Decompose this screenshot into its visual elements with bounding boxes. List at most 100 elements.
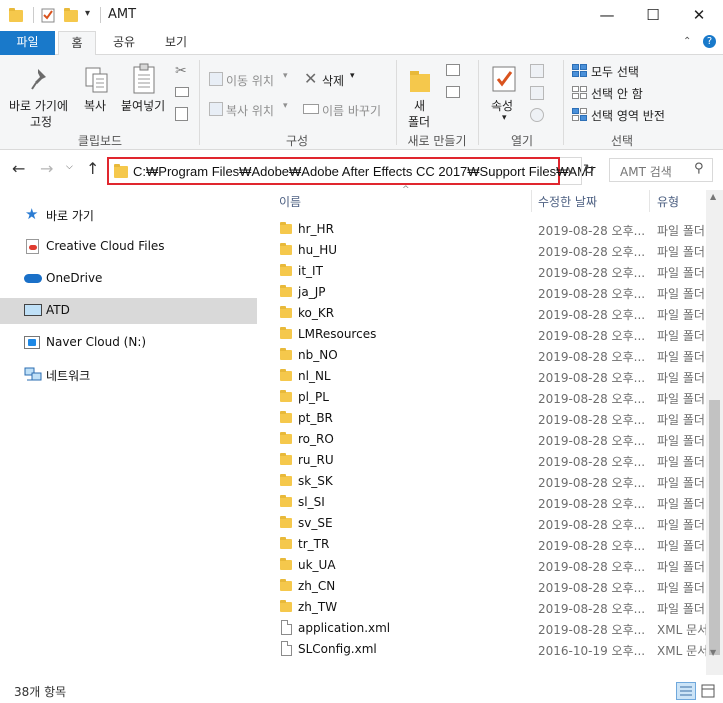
refresh-icon[interactable]: ↻ xyxy=(583,162,595,178)
easy-access-icon[interactable] xyxy=(446,86,460,98)
back-button[interactable]: ← xyxy=(12,159,25,178)
file-name: ja_JP xyxy=(298,285,326,299)
nav-item-network[interactable]: 네트워크 xyxy=(0,362,257,388)
move-to-button[interactable]: 이동 위치 xyxy=(226,72,274,89)
history-icon[interactable] xyxy=(530,108,544,122)
table-row[interactable]: ru_RU 2019-08-28 오후... 파일 폴더 xyxy=(257,450,706,471)
file-name: sv_SE xyxy=(298,516,333,530)
clipboard-group-label: 클립보드 xyxy=(77,134,123,148)
table-row[interactable]: nl_NL 2019-08-28 오후... 파일 폴더 xyxy=(257,366,706,387)
copy-button[interactable]: 복사 xyxy=(84,97,106,114)
nav-item-naver-cloud[interactable]: Naver Cloud (N:) xyxy=(0,330,257,356)
table-row[interactable]: nb_NO 2019-08-28 오후... 파일 폴더 xyxy=(257,345,706,366)
table-row[interactable]: pl_PL 2019-08-28 오후... 파일 폴더 xyxy=(257,387,706,408)
table-row[interactable]: zh_CN 2019-08-28 오후... 파일 폴더 xyxy=(257,576,706,597)
open-group-label: 열기 xyxy=(510,134,534,148)
xml-file-icon xyxy=(281,620,292,635)
address-dropdown-icon[interactable]: ∨ xyxy=(560,157,582,185)
new-folder-button[interactable]: 새 xyxy=(414,97,425,114)
minimize-button[interactable]: — xyxy=(584,0,630,31)
nav-item-creative-cloud[interactable]: Creative Cloud Files xyxy=(0,234,257,260)
details-view-icon[interactable] xyxy=(676,682,696,700)
invert-selection-button[interactable]: 선택 영역 반전 xyxy=(591,107,665,124)
file-name: uk_UA xyxy=(298,558,336,572)
customize-toolbar-icon[interactable]: ▾ xyxy=(85,8,90,19)
nav-item-onedrive[interactable]: OneDrive xyxy=(0,266,257,292)
select-all-button[interactable]: 모두 선택 xyxy=(591,63,639,80)
invert-selection-icon xyxy=(572,108,588,125)
properties-button[interactable]: 속성 xyxy=(491,97,513,114)
cut-icon[interactable]: ✂ xyxy=(175,63,187,79)
close-button[interactable]: ✕ xyxy=(676,0,722,31)
nav-item-atd[interactable]: ATD xyxy=(0,298,257,324)
paste-shortcut-icon[interactable] xyxy=(175,107,188,121)
copy-path-icon[interactable] xyxy=(175,87,189,97)
column-type[interactable]: 유형 xyxy=(657,193,679,210)
table-row[interactable]: sv_SE 2019-08-28 오후... 파일 폴더 xyxy=(257,513,706,534)
table-row[interactable]: LMResources 2019-08-28 오후... 파일 폴더 xyxy=(257,324,706,345)
file-type: 파일 폴더 xyxy=(657,581,705,595)
maximize-button[interactable]: ☐ xyxy=(630,0,676,31)
forward-button[interactable]: → xyxy=(40,159,53,178)
copy-to-button[interactable]: 복사 위치 xyxy=(226,102,274,119)
search-box[interactable]: AMT 검색 ⚲ xyxy=(609,158,713,182)
file-type: 파일 폴더 xyxy=(657,224,705,238)
table-row[interactable]: tr_TR 2019-08-28 오후... 파일 폴더 xyxy=(257,534,706,555)
properties-check-icon[interactable] xyxy=(41,8,55,23)
large-icons-view-icon[interactable] xyxy=(700,683,716,699)
delete-button[interactable]: 삭제 xyxy=(322,72,344,89)
table-row[interactable]: sl_SI 2019-08-28 오후... 파일 폴더 xyxy=(257,492,706,513)
column-date[interactable]: 수정한 날짜 xyxy=(538,193,597,210)
up-button[interactable]: ↑ xyxy=(86,159,99,178)
pin-to-quick-access-button[interactable]: 바로 가기에 xyxy=(9,97,68,114)
table-row[interactable]: ja_JP 2019-08-28 오후... 파일 폴더 xyxy=(257,282,706,303)
scrollbar-thumb[interactable] xyxy=(709,400,720,655)
table-row[interactable]: SLConfig.xml 2016-10-19 오후... XML 문서 xyxy=(257,639,706,660)
edit-icon[interactable] xyxy=(530,86,544,100)
file-date: 2019-08-28 오후... xyxy=(538,518,646,532)
table-row[interactable]: it_IT 2019-08-28 오후... 파일 폴더 xyxy=(257,261,706,282)
file-type: 파일 폴더 xyxy=(657,560,705,574)
table-row[interactable]: ro_RO 2019-08-28 오후... 파일 폴더 xyxy=(257,429,706,450)
table-row[interactable]: ko_KR 2019-08-28 오후... 파일 폴더 xyxy=(257,303,706,324)
tab-view[interactable]: 보기 xyxy=(156,31,196,55)
new-folder-icon[interactable] xyxy=(64,8,78,22)
collapse-ribbon-icon[interactable]: ⌃ xyxy=(683,36,691,47)
help-icon[interactable]: ? xyxy=(703,35,716,48)
recent-locations-icon[interactable]: ⌵ xyxy=(66,162,73,172)
vertical-scrollbar[interactable]: ▲ ▼ xyxy=(706,190,723,675)
table-row[interactable]: zh_TW 2019-08-28 오후... 파일 폴더 xyxy=(257,597,706,618)
scroll-down-icon[interactable]: ▼ xyxy=(710,648,716,657)
delete-dropdown-icon: ▾ xyxy=(350,71,355,81)
paste-button[interactable]: 붙여넣기 xyxy=(121,97,165,114)
star-icon: ★ xyxy=(25,205,39,223)
table-row[interactable]: uk_UA 2019-08-28 오후... 파일 폴더 xyxy=(257,555,706,576)
select-none-button[interactable]: 선택 안 함 xyxy=(591,85,643,102)
table-row[interactable]: hr_HR 2019-08-28 오후... 파일 폴더 xyxy=(257,219,706,240)
status-bar: 38개 항목 xyxy=(0,675,723,703)
tab-share[interactable]: 공유 xyxy=(104,31,144,55)
table-row[interactable]: application.xml 2019-08-28 오후... XML 문서 xyxy=(257,618,706,639)
address-path[interactable]: C:₩Program Files₩Adobe₩Adobe After Effec… xyxy=(133,164,596,179)
file-type: 파일 폴더 xyxy=(657,392,705,406)
scroll-up-icon[interactable]: ▲ xyxy=(710,192,716,201)
tab-file[interactable]: 파일 xyxy=(0,31,55,55)
open-icon[interactable] xyxy=(530,64,544,78)
file-type: XML 문서 xyxy=(657,644,706,658)
table-row[interactable]: sk_SK 2019-08-28 오후... 파일 폴더 xyxy=(257,471,706,492)
tab-home[interactable]: 홈 xyxy=(58,31,96,56)
network-icon xyxy=(24,367,42,386)
file-date: 2019-08-28 오후... xyxy=(538,392,646,406)
nav-label: 네트워크 xyxy=(46,369,91,383)
move-to-icon xyxy=(209,72,223,86)
sort-indicator-icon: ^ xyxy=(402,185,410,195)
new-item-icon[interactable] xyxy=(446,64,460,76)
creative-cloud-icon xyxy=(26,239,39,254)
table-row[interactable]: hu_HU 2019-08-28 오후... 파일 폴더 xyxy=(257,240,706,261)
table-row[interactable]: pt_BR 2019-08-28 오후... 파일 폴더 xyxy=(257,408,706,429)
rename-button[interactable]: 이름 바꾸기 xyxy=(322,102,381,119)
address-bar[interactable]: C:₩Program Files₩Adobe₩Adobe After Effec… xyxy=(107,157,596,185)
nav-item-quick-access[interactable]: ★ 바로 가기 xyxy=(0,202,257,228)
search-icon[interactable]: ⚲ xyxy=(694,161,704,176)
column-name[interactable]: 이름 xyxy=(279,193,301,210)
